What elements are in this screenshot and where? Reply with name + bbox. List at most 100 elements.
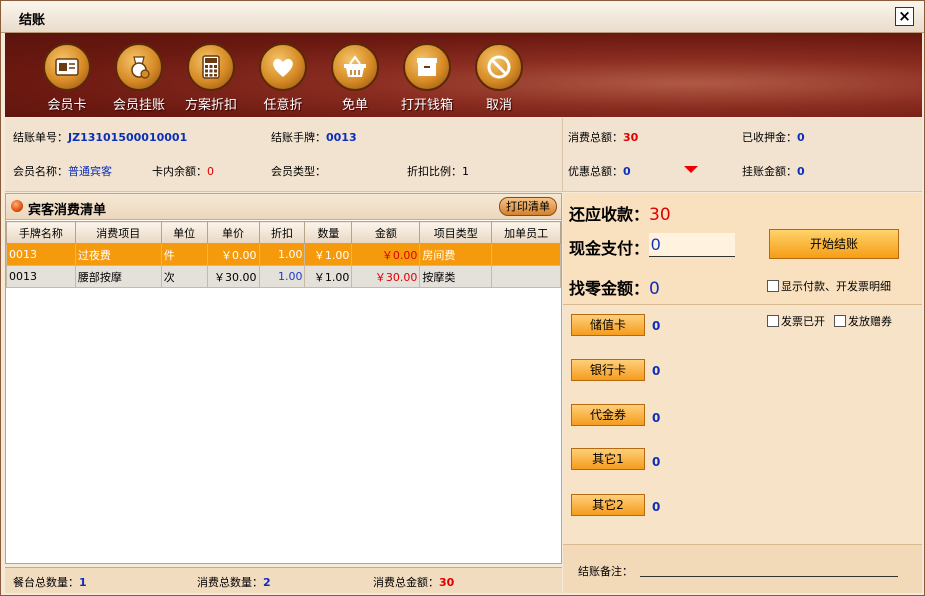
cancel-icon [475,43,523,91]
coupon-checkbox[interactable]: 发放赠券 [834,313,892,329]
print-list-button[interactable]: 打印清单 [499,197,557,216]
cell-unit: 件 [160,243,208,266]
table-count-label: 餐台总数量： [13,576,79,589]
consumption-table: 手牌名称 消费项目 单位 单价 折扣 数量 金额 项目类型 加单员工 0013 … [6,221,561,288]
receivable-field: 还应收款：30 [569,201,671,225]
cash-box-icon [403,43,451,91]
start-checkout-button[interactable]: 开始结账 [769,229,899,259]
consume-amount-label: 消费总金额： [373,576,439,589]
list-header: 宾客消费清单 打印清单 [6,194,561,220]
col-amount[interactable]: 金额 [351,221,421,244]
col-unit[interactable]: 单位 [160,221,208,244]
tag-label: 结账手牌： [271,131,326,144]
cell-item: 腰部按摩 [74,265,162,288]
close-icon: × [898,7,911,25]
plan-discount-button[interactable]: 方案折扣 [176,43,246,113]
cell-qty: ￥1.00 [304,243,353,266]
deposit-value: 0 [797,131,805,144]
cell-discount: 1.00 [258,265,306,288]
bill-no-label: 结账单号： [13,131,68,144]
plan-discount-label: 方案折扣 [184,98,237,113]
col-qty[interactable]: 数量 [304,221,353,244]
cell-amount: ￥30.00 [351,265,421,288]
col-type[interactable]: 项目类型 [419,221,493,244]
invoice-checkbox[interactable]: 发票已开 [767,313,825,329]
cell-type: 房间费 [419,243,493,266]
heart-icon [259,43,307,91]
change-label: 找零金额： [569,279,650,298]
col-staff[interactable]: 加单员工 [491,221,561,244]
total-discount-label: 优惠总额： [568,165,623,178]
show-detail-label: 显示付款、开发票明细 [781,280,891,293]
bill-info: 结账单号：JZ13101500010001 结账手牌：0013 会员名称：普通宾… [5,118,922,192]
cell-staff [491,243,561,266]
tag-field: 结账手牌：0013 [271,129,357,145]
show-detail-checkbox[interactable]: 显示付款、开发票明细 [767,278,891,294]
open-cash-box-label: 打开钱箱 [400,98,453,113]
note-input[interactable] [640,575,898,577]
bank-card-value: 0 [652,364,661,378]
close-button[interactable]: × [895,7,914,26]
member-card-label: 会员卡 [47,98,87,113]
col-item[interactable]: 消费项目 [74,221,162,244]
free-order-label: 免单 [341,98,368,113]
open-cash-box-button[interactable]: 打开钱箱 [392,43,462,113]
consumption-list-panel: 宾客消费清单 打印清单 手牌名称 消费项目 单位 单价 折扣 数量 金额 项目类… [5,193,562,564]
calculator-icon [187,43,235,91]
member-credit-button[interactable]: 会员挂账 [104,43,174,113]
list-footer: 餐台总数量：1 消费总数量：2 消费总金额：30 [5,567,562,593]
checkbox-icon [767,280,779,292]
list-title: 宾客消费清单 [28,203,107,218]
table-row[interactable]: 0013 过夜费 件 ￥0.00 1.00 ￥1.00 ￥0.00 房间费 [6,243,561,266]
any-discount-button[interactable]: 任意折 [248,43,318,113]
col-tag[interactable]: 手牌名称 [6,221,76,244]
discount-ratio-label: 折扣比例： [407,165,462,178]
bank-card-button[interactable]: 银行卡 [571,359,645,381]
other1-value: 0 [652,455,661,469]
cell-tag: 0013 [6,265,76,288]
checkbox-icon [767,315,779,327]
stored-value-card-button[interactable]: 储值卡 [571,314,645,336]
other2-button[interactable]: 其它2 [571,494,645,516]
payment-panel: 还应收款：30 现金支付： 开始结账 找零金额：0 显示付款、开发票明细 发票已… [563,193,922,593]
basket-icon [331,43,379,91]
col-discount[interactable]: 折扣 [258,221,306,244]
credit-value: 0 [797,165,805,178]
card-balance-field: 卡内余额：0 [152,163,214,179]
cash-payment-input[interactable] [649,233,735,257]
cell-qty: ￥1.00 [304,265,353,288]
table-count-field: 餐台总数量：1 [13,574,87,590]
checkout-window: 结账 × 会员卡 会员挂账 方案折扣 任意折 免单 打开钱箱 取消 结账单号：J… [0,0,925,596]
total-discount-field: 优惠总额：0 [568,163,631,179]
member-name-field: 会员名称：普通宾客 [13,163,112,179]
card-balance-label: 卡内余额： [152,165,207,178]
consume-count-value: 2 [263,576,271,589]
member-type-label: 会员类型： [271,165,326,178]
receivable-label: 还应收款： [569,205,650,224]
coupon-label: 发放赠券 [848,315,892,328]
member-card-button[interactable]: 会员卡 [32,43,102,113]
other2-value: 0 [652,500,661,514]
table-count-value: 1 [79,576,87,589]
voucher-value: 0 [652,411,661,425]
table-row[interactable]: 0013 腰部按摩 次 ￥30.00 1.00 ￥1.00 ￥30.00 按摩类 [6,265,561,288]
total-discount-value: 0 [623,165,631,178]
cancel-button[interactable]: 取消 [464,43,534,113]
cash-label: 现金支付： [569,239,650,258]
free-order-button[interactable]: 免单 [320,43,390,113]
discount-dropdown-icon[interactable] [684,166,698,173]
col-price[interactable]: 单价 [206,221,260,244]
payment-summary: 还应收款：30 现金支付： 开始结账 找零金额：0 显示付款、开发票明细 [563,193,922,305]
cell-unit: 次 [160,265,208,288]
total-consume-value: 30 [623,131,639,144]
info-divider [562,118,563,192]
bill-no-field: 结账单号：JZ13101500010001 [13,129,187,145]
other1-button[interactable]: 其它1 [571,448,645,470]
cancel-label: 取消 [485,98,512,113]
cell-price: ￥0.00 [206,243,260,266]
credit-field: 挂账金额：0 [742,163,805,179]
cell-discount: 1.00 [258,243,306,266]
toolbar: 会员卡 会员挂账 方案折扣 任意折 免单 打开钱箱 取消 [5,33,922,117]
voucher-button[interactable]: 代金券 [571,404,645,426]
consume-count-field: 消费总数量：2 [197,574,271,590]
